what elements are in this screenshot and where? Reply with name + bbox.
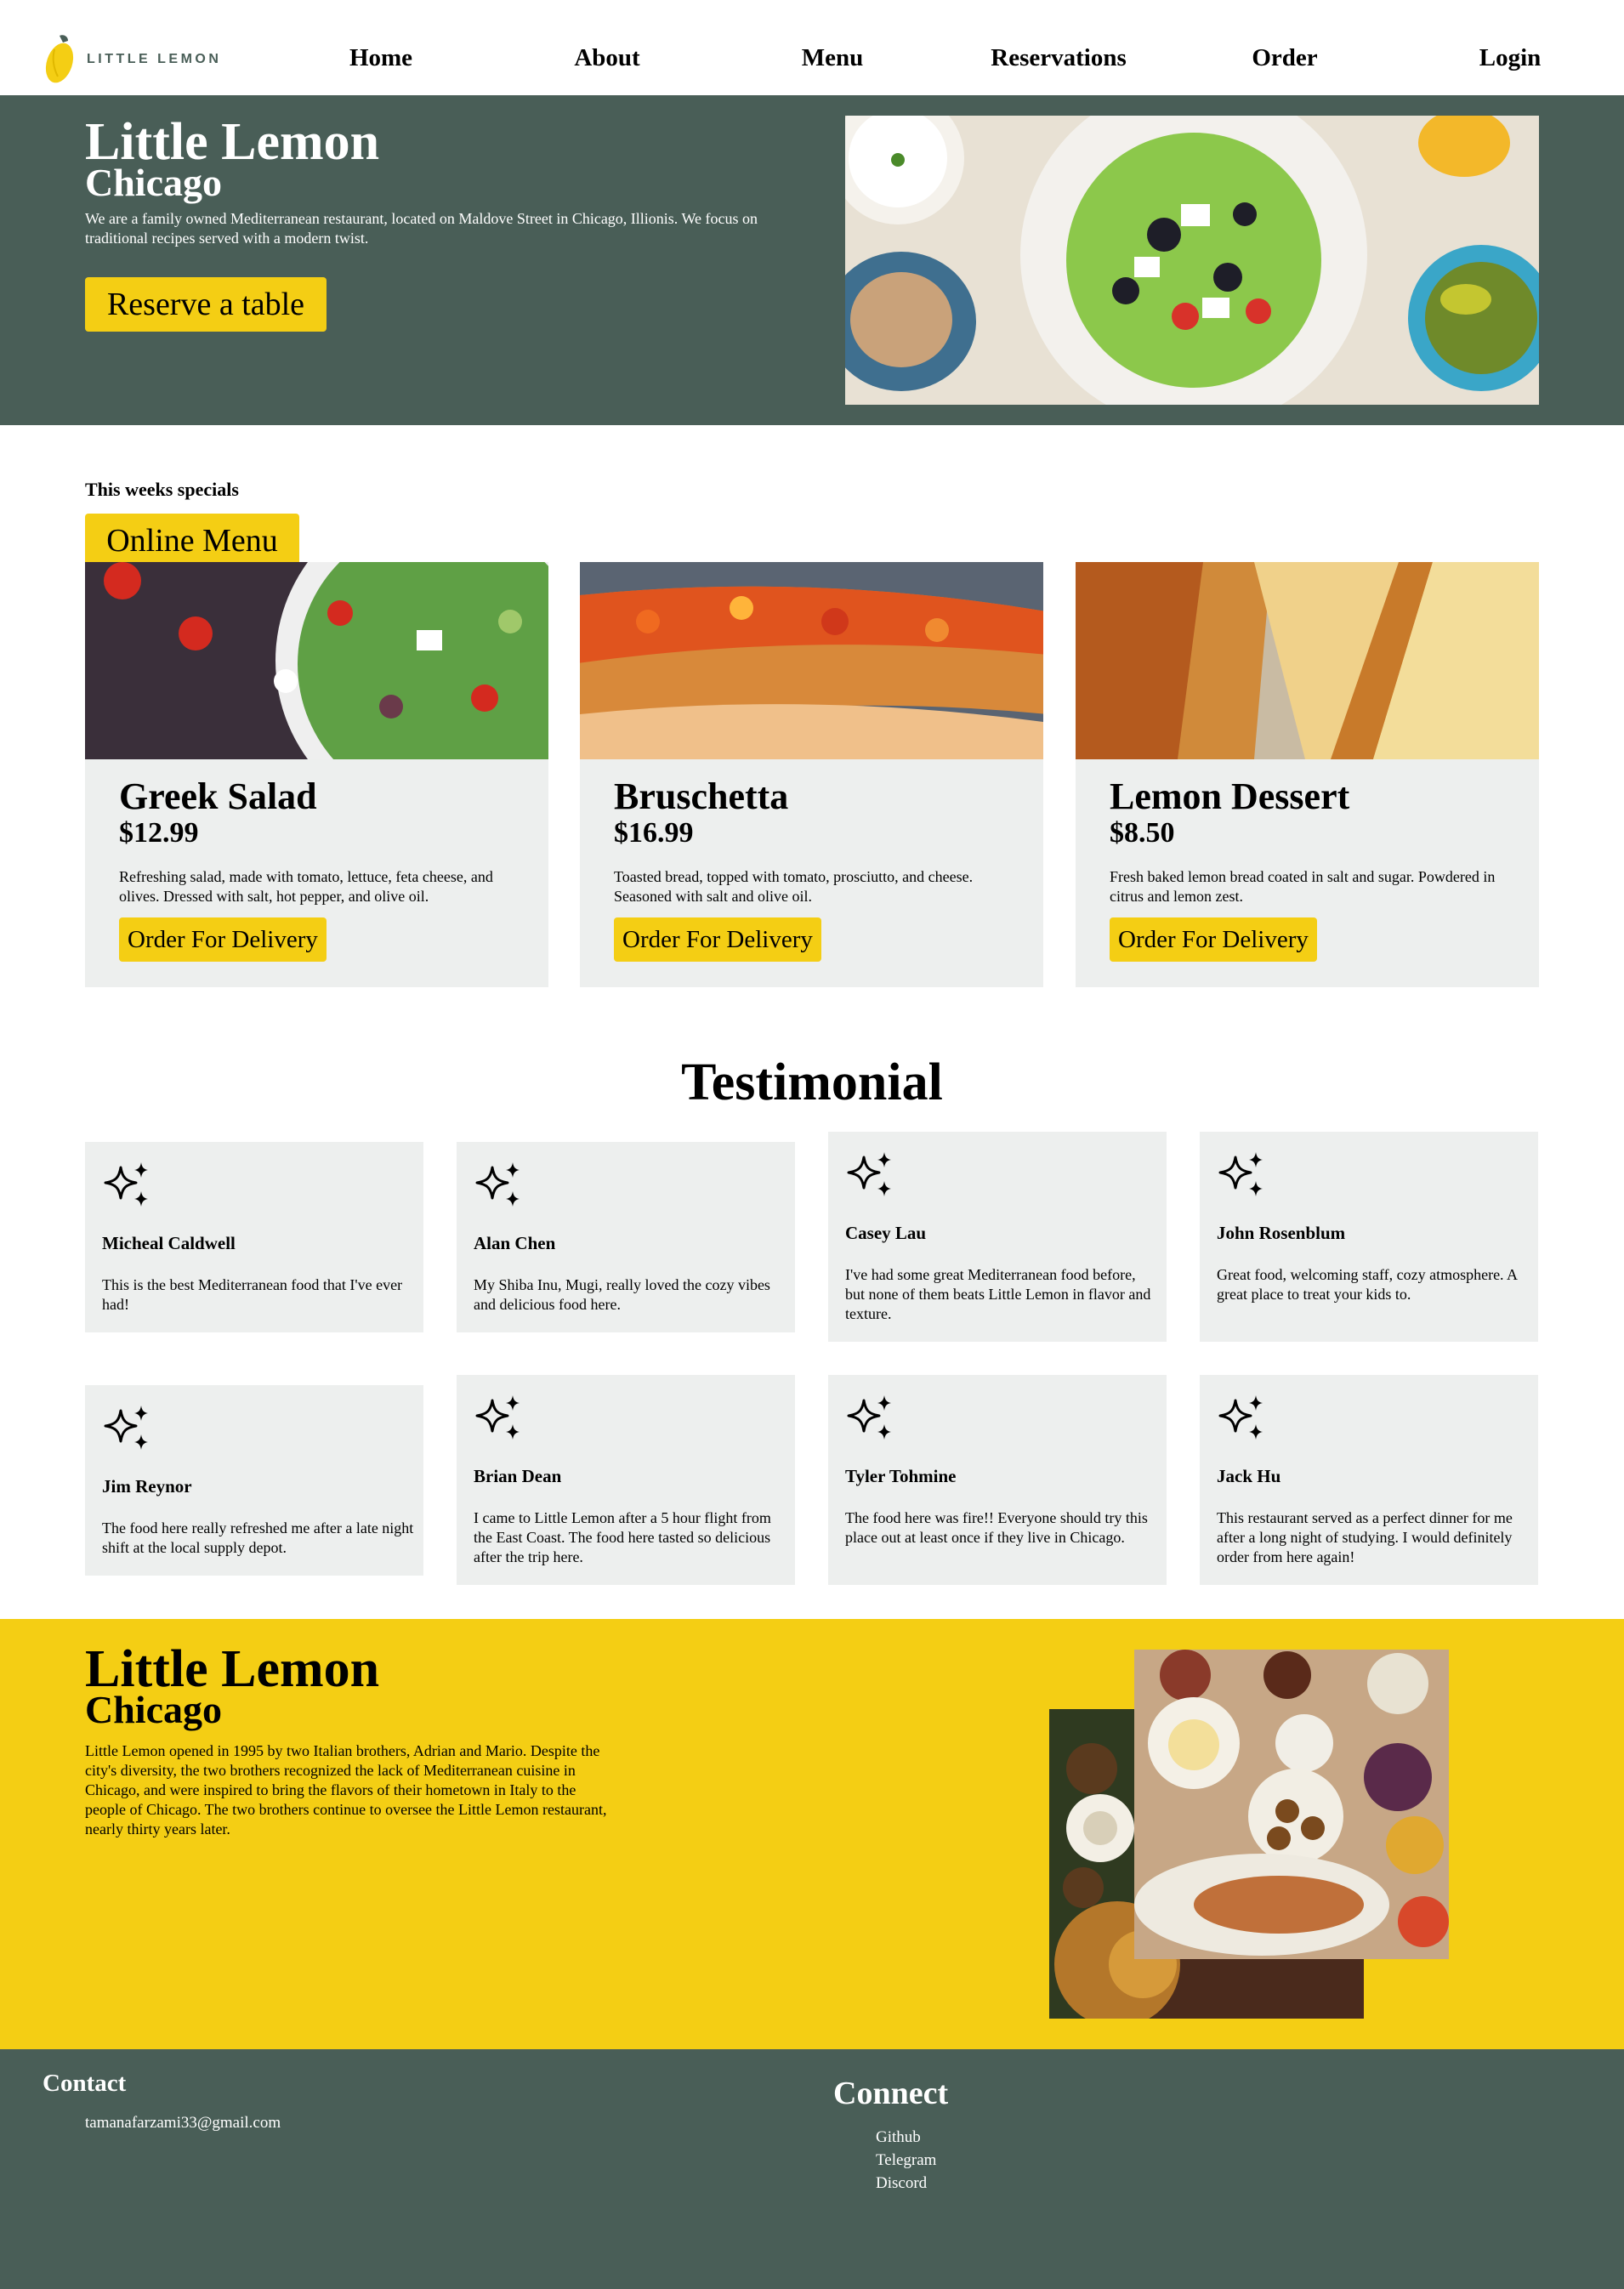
nav-reservations[interactable]: Reservations <box>991 44 1126 72</box>
testimonial-card: Alan Chen My Shiba Inu, Mugi, really lov… <box>457 1142 795 1332</box>
special-price: $8.50 <box>1110 817 1175 849</box>
greek-salad-image <box>85 562 548 759</box>
specials-label: This weeks specials <box>85 479 239 500</box>
hero-food-image <box>845 116 1539 405</box>
sparkle-icon <box>1218 1150 1264 1198</box>
connect-heading: Connect <box>833 2076 949 2111</box>
testimonial-name: Micheal Caldwell <box>102 1233 236 1253</box>
testimonial-name: Alan Chen <box>474 1233 556 1253</box>
hero-section: Little Lemon Chicago We are a family own… <box>0 95 1624 425</box>
special-price: $12.99 <box>119 817 199 849</box>
special-price: $16.99 <box>614 817 694 849</box>
discord-link[interactable]: Discord <box>876 2172 936 2195</box>
testimonial-card: Tyler Tohmine The food here was fire!! E… <box>828 1375 1167 1585</box>
hero-subtitle: Chicago <box>85 161 222 204</box>
testimonial-text: My Shiba Inu, Mugi, really loved the coz… <box>474 1276 770 1314</box>
testimonial-name: Jack Hu <box>1217 1466 1281 1486</box>
sparkle-icon <box>847 1150 893 1198</box>
nav-menu[interactable]: Menu <box>802 44 864 72</box>
sparkle-icon <box>475 1161 521 1208</box>
nav-about[interactable]: About <box>574 44 639 72</box>
testimonial-text: The food here really refreshed me after … <box>102 1519 414 1557</box>
testimonial-name: Jim Reynor <box>102 1476 192 1497</box>
special-title: Lemon Dessert <box>1110 775 1350 817</box>
sparkle-icon <box>104 1161 150 1208</box>
testimonial-text: I came to Little Lemon after a 5 hour fl… <box>474 1509 771 1566</box>
testimonial-text: I've had some great Mediterranean food b… <box>845 1266 1151 1323</box>
special-card-lemon-dessert: Lemon Dessert $8.50 Fresh baked lemon br… <box>1076 562 1539 987</box>
sparkle-icon <box>475 1394 521 1441</box>
testimonial-card: Micheal Caldwell This is the best Medite… <box>85 1142 423 1332</box>
site-header: LITTLE LEMON Home About Menu Reservation… <box>0 0 1624 95</box>
hero-description: We are a family owned Mediterranean rest… <box>85 210 758 247</box>
testimonial-card: Jim Reynor The food here really refreshe… <box>85 1385 423 1576</box>
about-image-front <box>1134 1650 1449 1959</box>
telegram-link[interactable]: Telegram <box>876 2149 936 2172</box>
github-link[interactable]: Github <box>876 2126 936 2149</box>
sparkle-icon <box>1218 1394 1264 1441</box>
connect-links: Github Telegram Discord <box>876 2126 936 2195</box>
testimonial-card: Jack Hu This restaurant served as a perf… <box>1200 1375 1538 1585</box>
testimonial-heading: Testimonial <box>681 1054 943 1111</box>
online-menu-button[interactable]: Online Menu <box>85 514 299 563</box>
reserve-table-button[interactable]: Reserve a table <box>85 277 327 332</box>
about-section: Little Lemon Chicago Little Lemon opened… <box>0 1619 1624 2049</box>
bruschetta-image <box>580 562 1043 759</box>
special-title: Bruschetta <box>614 775 789 817</box>
testimonial-text: This is the best Mediterranean food that… <box>102 1276 403 1314</box>
site-footer: Contact tamanafarzami33@gmail.com Connec… <box>0 2049 1624 2289</box>
testimonial-text: This restaurant served as a perfect dinn… <box>1217 1509 1513 1566</box>
about-subtitle: Chicago <box>85 1688 222 1731</box>
about-description: Little Lemon opened in 1995 by two Itali… <box>85 1742 607 1838</box>
testimonial-name: John Rosenblum <box>1217 1223 1346 1243</box>
contact-heading: Contact <box>43 2070 127 2097</box>
testimonial-text: Great food, welcoming staff, cozy atmosp… <box>1217 1266 1518 1304</box>
testimonial-name: Casey Lau <box>845 1223 927 1243</box>
testimonial-name: Brian Dean <box>474 1466 562 1486</box>
special-description: Toasted bread, topped with tomato, prosc… <box>614 868 974 906</box>
order-delivery-button[interactable]: Order For Delivery <box>614 917 821 962</box>
testimonial-name: Tyler Tohmine <box>845 1466 957 1486</box>
logo-text: LITTLE LEMON <box>87 52 222 66</box>
sparkle-icon <box>104 1404 150 1451</box>
sparkle-icon <box>847 1394 893 1441</box>
lemon-logo-icon <box>45 35 74 83</box>
special-title: Greek Salad <box>119 775 317 817</box>
testimonial-text: The food here was fire!! Everyone should… <box>845 1509 1148 1547</box>
lemon-dessert-image <box>1076 562 1539 759</box>
order-delivery-button[interactable]: Order For Delivery <box>119 917 327 962</box>
special-description: Fresh baked lemon bread coated in salt a… <box>1110 868 1496 906</box>
contact-email[interactable]: tamanafarzami33@gmail.com <box>85 2114 281 2133</box>
special-description: Refreshing salad, made with tomato, lett… <box>119 868 493 906</box>
testimonial-card: John Rosenblum Great food, welcoming sta… <box>1200 1132 1538 1342</box>
special-card-greek-salad: Greek Salad $12.99 Refreshing salad, mad… <box>85 562 548 987</box>
nav-order[interactable]: Order <box>1252 44 1317 72</box>
nav-login[interactable]: Login <box>1479 44 1542 72</box>
logo[interactable]: LITTLE LEMON <box>43 26 248 94</box>
testimonial-card: Casey Lau I've had some great Mediterran… <box>828 1132 1167 1342</box>
nav-home[interactable]: Home <box>349 44 412 72</box>
testimonial-card: Brian Dean I came to Little Lemon after … <box>457 1375 795 1585</box>
order-delivery-button[interactable]: Order For Delivery <box>1110 917 1317 962</box>
special-card-bruschetta: Bruschetta $16.99 Toasted bread, topped … <box>580 562 1043 987</box>
